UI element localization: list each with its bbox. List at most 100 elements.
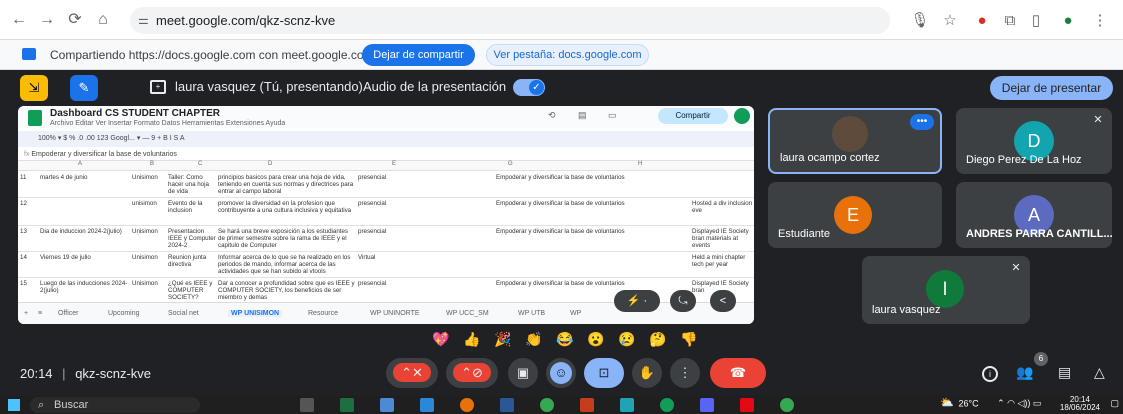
annotate-icon[interactable]: ✎ — [70, 75, 98, 101]
taskbar-search[interactable]: ⌕ Buscar — [30, 397, 200, 413]
sheet-cell-goal[interactable]: Empoderar y diversificar la base de volu… — [496, 280, 626, 303]
chat-icon[interactable]: ▤ — [1058, 364, 1071, 381]
sheet-cell-desc[interactable]: Se hará una breve exposición a los estud… — [218, 228, 356, 251]
sheet-cell-num[interactable]: 15 — [20, 280, 40, 303]
sheet-tab[interactable]: Upcoming — [108, 310, 140, 317]
more-options-button[interactable]: ⋮ — [670, 358, 700, 388]
sheet-cell-topic[interactable]: Evento de la inclusion — [168, 200, 216, 225]
sheet-cell-desc[interactable]: principios basicos para crear una hoja d… — [218, 174, 356, 197]
activities-icon[interactable]: △ — [1094, 364, 1105, 381]
participant-tile[interactable]: D ✕ Diego Perez De La Hoz — [956, 108, 1112, 174]
present-icon[interactable]: ⇲ — [20, 75, 48, 101]
shared-spreadsheet[interactable]: Dashboard CS STUDENT CHAPTER Archivo Edi… — [18, 106, 754, 324]
participant-tile[interactable]: ••• laura ocampo cortez — [768, 108, 942, 174]
sheet-cell-type[interactable]: presencial — [358, 228, 398, 251]
participant-tile[interactable]: A ANDRES PARRA CANTILL... — [956, 182, 1112, 248]
reaction-emoji-button[interactable]: 😂 — [554, 328, 576, 350]
sheet-tab[interactable]: Resource — [308, 310, 338, 317]
system-tray[interactable]: ⛅ 26°C ⌃ ◠ ◁)) ▭ 20:14 18/06/2024 ▢ — [940, 396, 1119, 412]
sheet-tab[interactable]: Social net — [168, 310, 199, 317]
site-info-icon[interactable]: ⚌ — [138, 7, 149, 34]
reaction-emoji-button[interactable]: 💖 — [430, 328, 452, 350]
sheet-cell-type[interactable]: presencial — [358, 280, 398, 303]
extension-icon[interactable]: ● — [972, 11, 992, 31]
sheet-cell-date[interactable]: Viernes 19 de julio — [40, 254, 132, 277]
home-icon[interactable]: ⌂ — [94, 11, 112, 29]
extensions-puzzle-icon[interactable]: ⧉ — [1000, 11, 1020, 31]
sheet-cell-date[interactable]: martes 4 de junio — [40, 174, 132, 197]
people-icon[interactable]: 👥 — [1016, 364, 1033, 381]
sheet-cell-type[interactable]: presencial — [358, 200, 398, 225]
leave-call-button[interactable]: ☎ — [710, 358, 766, 388]
sheet-cell-goal[interactable] — [496, 254, 626, 277]
sheet-cell-num[interactable]: 11 — [20, 174, 40, 197]
comment-icon[interactable]: ▤ — [578, 110, 587, 121]
sheet-cell-date[interactable] — [40, 200, 132, 225]
reaction-emoji-button[interactable]: 👍 — [461, 328, 483, 350]
reaction-emoji-button[interactable]: 🎉 — [492, 328, 514, 350]
sheet-cell-num[interactable]: 12 — [20, 200, 40, 225]
participant-tile[interactable]: E Estudiante — [768, 182, 942, 248]
sheet-row[interactable]: 13 Dia de induccion 2024-2(julio) Unisimon… — [18, 226, 754, 252]
column-c[interactable]: C — [198, 161, 202, 167]
sheet-menu-bar[interactable]: Archivo Editar Ver Insertar Formato Dato… — [50, 120, 285, 127]
profile-icon[interactable]: ● — [1058, 11, 1078, 31]
reaction-emoji-button[interactable]: 😢 — [616, 328, 638, 350]
discord-icon[interactable] — [700, 398, 714, 412]
browser-menu-icon[interactable]: ⋮ — [1090, 11, 1110, 31]
sheet-cell-topic[interactable]: Taller: Como hacer una hoja de vida — [168, 174, 216, 197]
sheet-cell-date[interactable]: Dia de induccion 2024-2(julio) — [40, 228, 132, 251]
forward-icon[interactable]: → — [38, 11, 56, 29]
self-view-tile[interactable]: l ✕ laura vasquez — [862, 256, 1030, 324]
present-now-button[interactable]: ⊡ — [584, 358, 624, 388]
sheet-cell-num[interactable]: 14 — [20, 254, 40, 277]
reaction-emoji-button[interactable]: 🤔 — [647, 328, 669, 350]
stop-sharing-button[interactable]: Dejar de compartir — [362, 44, 475, 66]
netflix-icon[interactable] — [740, 398, 754, 412]
sheet-cell-note[interactable]: Hosted a div inclusion eve — [692, 200, 754, 225]
column-g[interactable]: G — [508, 161, 513, 167]
sheet-cell-desc[interactable]: promover la diversidad en la profesion q… — [218, 200, 356, 225]
sheet-tab-active[interactable]: WP UNISIMON — [228, 310, 283, 317]
sheet-cell-topic[interactable]: Presentacion IEEE y Computer 2024-2 — [168, 228, 216, 251]
sheet-cell-goal[interactable]: Empoderar y diversificar la base de volu… — [496, 228, 626, 251]
sheet-tab[interactable]: Officer — [58, 310, 79, 317]
raise-hand-button[interactable]: ✋ — [632, 358, 662, 388]
emoji-reaction-button[interactable]: ☺ — [546, 358, 576, 388]
annotation-pen-button[interactable]: ⚡ · — [614, 290, 660, 312]
sheet-cell-topic[interactable]: ¿Qué es IEEE y COMPUTER SOCIETY? — [168, 280, 216, 303]
chrome-icon[interactable] — [460, 398, 474, 412]
sheet-tab[interactable]: WP UNINORTE — [370, 310, 420, 317]
annotation-undo-button[interactable]: ⤿ — [670, 290, 696, 312]
bookmark-star-icon[interactable]: ☆ — [940, 11, 960, 31]
history-icon[interactable]: ⟲ — [548, 110, 556, 121]
sheet-share-button[interactable]: Compartir — [658, 108, 728, 124]
meet-icon[interactable]: ▭ — [608, 110, 617, 121]
sheet-cell-type[interactable]: Virtual — [358, 254, 398, 277]
add-sheet-icon[interactable]: + — [24, 310, 28, 317]
reaction-emoji-button[interactable]: 👎 — [678, 328, 700, 350]
edge-icon[interactable] — [660, 398, 674, 412]
store-icon[interactable] — [620, 398, 634, 412]
sheet-cell-topic[interactable]: Reunion junta directiva — [168, 254, 216, 277]
sheet-cell-date[interactable]: Luego de las inducciones 2024-2(julio) — [40, 280, 132, 303]
column-b[interactable]: B — [150, 161, 154, 167]
camera-button[interactable]: ⌃⊘ — [446, 358, 498, 388]
sheet-cell-desc[interactable]: Informar acerca de lo que se ha realizad… — [218, 254, 356, 277]
formula-bar[interactable]: fx Empoderar y diversificar la base de v… — [18, 149, 754, 161]
sheet-row[interactable]: 12 unisimon Evento de la inclusion promover… — [18, 198, 754, 226]
sheet-cell-goal[interactable]: Empoderar y diversificar la base de volu… — [496, 200, 626, 225]
sheet-toolbar[interactable]: 100% ▾ $ % .0 .00 123 Googl... ▾ — 9 + B… — [18, 131, 754, 147]
excel-icon[interactable] — [340, 398, 354, 412]
sheet-cell-note[interactable]: Held a mini chapter tech per year — [692, 254, 754, 277]
column-d[interactable]: D — [268, 161, 272, 167]
document-title[interactable]: Dashboard CS STUDENT CHAPTER — [50, 108, 220, 119]
sheet-cell-type[interactable]: presencial — [358, 174, 398, 197]
column-h[interactable]: H — [638, 161, 642, 167]
sheet-tab[interactable]: WP UTB — [518, 310, 545, 317]
sheet-cell-mode[interactable]: Unisimon — [132, 228, 168, 251]
back-icon[interactable]: ← — [10, 11, 28, 29]
sheet-tab[interactable]: WP UCC_SM — [446, 310, 489, 317]
all-sheets-icon[interactable]: ≡ — [38, 310, 42, 317]
address-bar[interactable]: ⚌ meet.google.com/qkz-scnz-kve — [130, 7, 890, 34]
